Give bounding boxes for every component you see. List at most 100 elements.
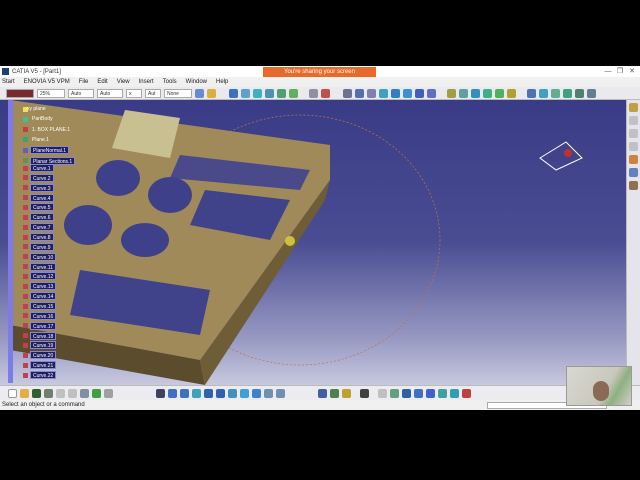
heal-icon[interactable]	[459, 88, 468, 98]
tree-item[interactable]: Curve.7	[30, 223, 54, 232]
grid-icon[interactable]	[426, 388, 435, 398]
tool-icon[interactable]	[438, 388, 447, 398]
axis-icon[interactable]	[402, 388, 411, 398]
surface2-icon[interactable]	[539, 88, 548, 98]
plane-icon[interactable]	[367, 88, 376, 98]
tool-icon[interactable]	[462, 388, 471, 398]
analysis-icon[interactable]	[309, 88, 318, 98]
tool-icon[interactable]	[450, 388, 459, 398]
tree-item[interactable]: Curve.22	[30, 371, 57, 380]
menu-enovia[interactable]: ENOVIA V5 VPM	[24, 79, 70, 85]
fly-icon[interactable]	[156, 388, 165, 398]
tool-icon[interactable]	[629, 142, 638, 151]
tree-item[interactable]: Curve.10	[30, 252, 57, 261]
line-icon[interactable]	[355, 88, 364, 98]
tree-item[interactable]: Curve.2	[30, 173, 54, 182]
save-icon[interactable]	[32, 388, 41, 398]
tree-item[interactable]: Curve.11	[30, 262, 56, 271]
menu-start[interactable]: Start	[2, 79, 15, 85]
tree-item[interactable]: Curve.16	[30, 311, 57, 320]
intersect-icon[interactable]	[391, 88, 400, 98]
spline-icon[interactable]	[427, 88, 436, 98]
open-icon[interactable]	[20, 388, 29, 398]
tree-item[interactable]: Curve.5	[30, 203, 54, 212]
tree-item[interactable]: PlaneNormal.1	[30, 146, 70, 155]
paste-icon[interactable]	[80, 388, 89, 398]
offset-icon[interactable]	[289, 88, 298, 98]
tool-icon[interactable]	[629, 129, 638, 138]
menu-insert[interactable]: Insert	[139, 79, 154, 85]
point-select[interactable]: x	[126, 88, 142, 98]
swap-icon[interactable]	[276, 388, 285, 398]
point-icon[interactable]	[343, 88, 352, 98]
close-button[interactable]: ✕	[624, 66, 640, 77]
tree-item[interactable]: xy plane	[25, 105, 48, 113]
render-select[interactable]: None	[164, 88, 192, 98]
screen-share-banner[interactable]: You're sharing your screen	[263, 67, 376, 77]
redo-icon[interactable]	[104, 388, 113, 398]
circle-icon[interactable]	[415, 88, 424, 98]
blend-icon[interactable]	[277, 88, 286, 98]
project-icon[interactable]	[379, 88, 388, 98]
tool-icon[interactable]	[318, 388, 327, 398]
tree-item[interactable]: Curve.9	[30, 242, 54, 251]
views-icon[interactable]	[240, 388, 249, 398]
compass-icon[interactable]	[539, 141, 583, 171]
rotate-icon[interactable]	[192, 388, 201, 398]
tree-item[interactable]: 1. BOX PLANE.1	[30, 126, 72, 134]
color-select[interactable]	[6, 88, 34, 98]
split-icon[interactable]	[471, 88, 480, 98]
tree-item[interactable]: Curve.8	[30, 233, 54, 242]
tree-item[interactable]: Plane.1	[30, 136, 51, 144]
sweep-icon[interactable]	[253, 88, 262, 98]
hide-show-icon[interactable]	[264, 388, 273, 398]
tree-item[interactable]: PartBody	[30, 115, 55, 123]
transform-icon[interactable]	[507, 88, 516, 98]
transparency-select[interactable]: 25%	[37, 88, 65, 98]
wand-icon[interactable]	[207, 88, 216, 98]
new-icon[interactable]	[8, 388, 17, 398]
curve-icon[interactable]	[527, 88, 536, 98]
trim-icon[interactable]	[483, 88, 492, 98]
tool-icon[interactable]	[629, 181, 638, 190]
fillet-icon[interactable]	[551, 88, 560, 98]
menu-window[interactable]: Window	[186, 79, 207, 85]
tool-icon[interactable]	[414, 388, 423, 398]
fit-all-icon[interactable]	[168, 388, 177, 398]
tool-icon[interactable]	[629, 155, 638, 164]
print-icon[interactable]	[44, 388, 53, 398]
paint-icon[interactable]	[195, 88, 204, 98]
tree-item[interactable]: Curve.17	[30, 321, 57, 330]
tree-item[interactable]: Curve.14	[30, 292, 57, 301]
tree-item[interactable]: Curve.21	[30, 361, 57, 370]
surface-icon[interactable]	[241, 88, 250, 98]
sketch-icon[interactable]	[229, 88, 238, 98]
tool-icon[interactable]	[390, 388, 399, 398]
tree-item[interactable]: Curve.6	[30, 213, 54, 222]
join-icon[interactable]	[447, 88, 456, 98]
menu-view[interactable]: View	[117, 79, 130, 85]
tree-item[interactable]: Curve.3	[30, 183, 54, 192]
sketch-tool-icon[interactable]	[629, 103, 638, 112]
tree-item[interactable]: Curve.4	[30, 193, 54, 202]
parallel-icon[interactable]	[403, 88, 412, 98]
tool-icon[interactable]	[378, 388, 387, 398]
tree-item[interactable]: Curve.15	[30, 302, 57, 311]
undo-icon[interactable]	[92, 388, 101, 398]
tree-item[interactable]: Curve.20	[30, 351, 57, 360]
tool-icon[interactable]	[629, 116, 638, 125]
tree-item[interactable]: Curve.13	[30, 282, 57, 291]
menu-edit[interactable]: Edit	[97, 79, 107, 85]
measure-icon[interactable]	[321, 88, 330, 98]
cut-icon[interactable]	[56, 388, 65, 398]
extract-icon[interactable]	[495, 88, 504, 98]
zoom-out-icon[interactable]	[216, 388, 225, 398]
menu-help[interactable]: Help	[216, 79, 228, 85]
update-icon[interactable]	[587, 88, 596, 98]
linetype-select[interactable]: Auto	[68, 88, 94, 98]
cloud-icon[interactable]	[575, 88, 584, 98]
tree-item[interactable]: Curve.12	[30, 272, 57, 281]
menu-tools[interactable]: Tools	[163, 79, 177, 85]
lock-icon[interactable]	[342, 388, 351, 398]
tool-icon[interactable]	[629, 168, 638, 177]
